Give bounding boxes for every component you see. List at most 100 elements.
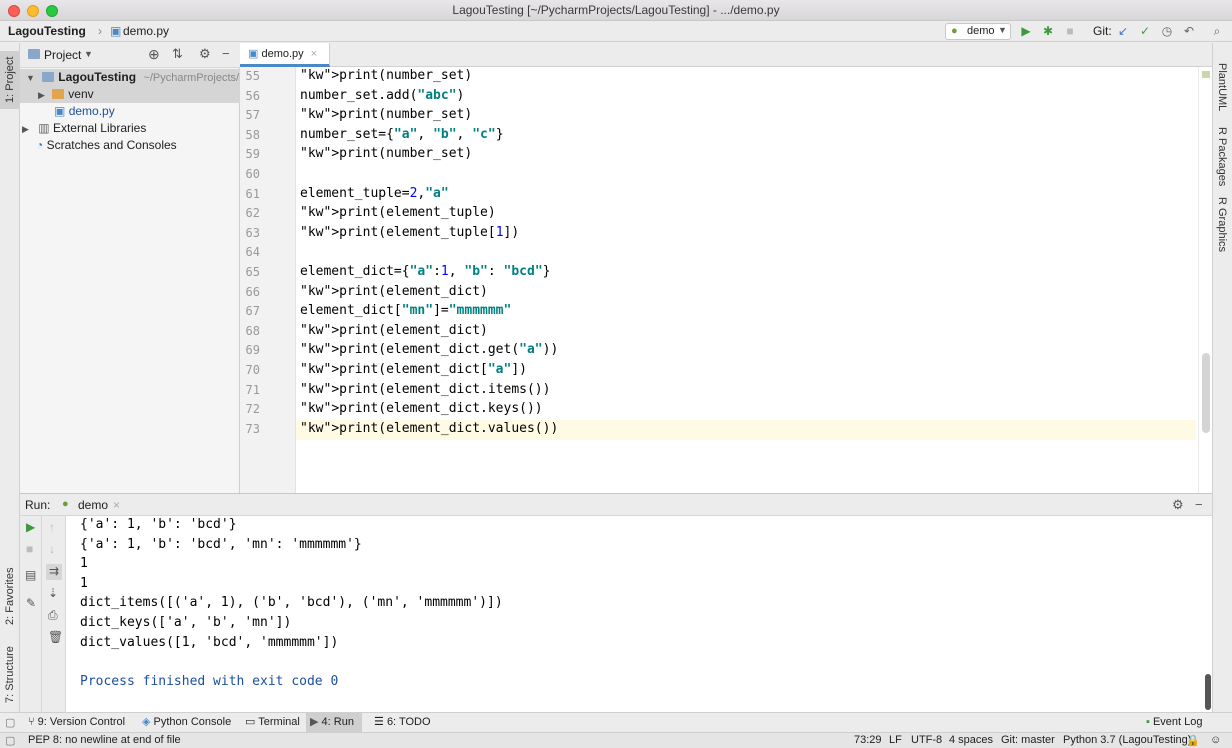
- trash-icon[interactable]: 🗑: [48, 630, 63, 644]
- chevron-down-icon[interactable]: ▼: [84, 49, 93, 59]
- tool-python-console[interactable]: ◈ Python Console: [142, 713, 231, 732]
- close-icon[interactable]: ×: [311, 48, 317, 60]
- line-number: 58: [245, 127, 260, 142]
- run-config-select[interactable]: ● demo ▼: [945, 23, 1011, 40]
- breadcrumb-file[interactable]: demo.py: [123, 24, 169, 38]
- chevron-down-icon: ▼: [998, 25, 1007, 35]
- console-actions: ↑ ↓ ⇉ ⇣ ⎙ 🗑: [42, 516, 66, 713]
- lock-icon[interactable]: 🔒: [1186, 734, 1200, 747]
- git-history-icon[interactable]: ◷: [1158, 23, 1176, 40]
- tree-item-venv[interactable]: ▶ venv: [20, 86, 240, 103]
- debug-icon[interactable]: ✱: [1039, 23, 1057, 40]
- tab-demo-py[interactable]: ▣ demo.py ×: [240, 43, 331, 67]
- collapse-all-icon[interactable]: ⇅: [172, 46, 183, 62]
- line-number: 66: [245, 284, 260, 299]
- tree-item-scratches[interactable]: ◔ Scratches and Consoles: [20, 137, 240, 154]
- arrow-up-icon[interactable]: ↑: [49, 520, 55, 534]
- stop-icon[interactable]: ■: [1061, 23, 1079, 40]
- status-icon[interactable]: ▢: [5, 734, 15, 747]
- pin-icon[interactable]: ✎: [26, 596, 36, 610]
- inspection-ok-icon[interactable]: [1202, 71, 1210, 78]
- line-number: 67: [245, 304, 260, 319]
- gear-icon[interactable]: ⚙: [1172, 497, 1184, 513]
- print-icon[interactable]: ⎙: [48, 608, 58, 623]
- chevron-right-icon: ▶: [38, 90, 45, 100]
- tree-item-root[interactable]: ▼ LagouTesting ~/PycharmProjects/L: [20, 69, 245, 86]
- tool-version-control[interactable]: ⑂ 9: Version Control: [28, 713, 125, 732]
- run-icon[interactable]: ▶: [1017, 23, 1035, 40]
- status-message[interactable]: PEP 8: no newline at end of file: [28, 734, 181, 746]
- title-bar: LagouTesting [~/PycharmProjects/LagouTes…: [0, 0, 1232, 21]
- python-icon: ●: [62, 498, 69, 510]
- favorites-tool-tab[interactable]: 2: Favorites: [0, 553, 20, 633]
- code-line: "kw">print(element_tuple): [300, 205, 496, 221]
- zoom-window-button[interactable]: [46, 5, 58, 17]
- gear-icon[interactable]: ⚙: [199, 46, 211, 62]
- git-revert-icon[interactable]: ↶: [1180, 23, 1198, 40]
- project-panel-title[interactable]: Project: [44, 48, 81, 62]
- minimize-window-button[interactable]: [27, 5, 39, 17]
- line-number: 65: [245, 265, 260, 279]
- chevron-down-icon: ▼: [26, 73, 35, 83]
- git-commit-icon[interactable]: ✓: [1136, 23, 1154, 40]
- close-window-button[interactable]: [8, 5, 20, 17]
- code-line: "kw">print(number_set): [300, 146, 473, 162]
- tool-terminal[interactable]: ▭ Terminal: [245, 713, 300, 732]
- indent-setting[interactable]: 4 spaces: [949, 734, 993, 746]
- stop-icon[interactable]: ■: [26, 542, 33, 556]
- close-icon[interactable]: ×: [113, 498, 120, 512]
- rgraphics-tool-tab[interactable]: R Graphics: [1213, 193, 1232, 252]
- line-number: 55: [245, 69, 260, 83]
- inspector-icon[interactable]: ☺: [1210, 734, 1221, 746]
- search-everywhere-icon[interactable]: ⌕: [1208, 23, 1226, 40]
- git-branch[interactable]: Git: master: [1001, 734, 1055, 746]
- plantuml-tool-tab[interactable]: PlantUML: [1213, 51, 1232, 115]
- python-file-icon: ▣: [54, 104, 66, 118]
- code-line: "kw">print(element_dict.get("a")): [300, 342, 559, 358]
- console-scrollbar-thumb[interactable]: [1205, 674, 1211, 710]
- arrow-down-icon[interactable]: ↓: [49, 542, 55, 556]
- cursor-position[interactable]: 73:29: [854, 734, 882, 746]
- tool-run[interactable]: ▶ 4: Run: [306, 713, 362, 732]
- scroll-to-end-icon[interactable]: ⇣: [48, 586, 58, 600]
- list-icon: ☰: [374, 716, 384, 728]
- line-number: 60: [245, 167, 260, 181]
- tree-item-external-libraries[interactable]: ▶ ▥ External Libraries: [20, 120, 240, 137]
- run-panel-label: Run:: [25, 498, 51, 512]
- tree-item-label: venv: [68, 87, 94, 101]
- file-encoding[interactable]: UTF-8: [911, 734, 942, 746]
- breadcrumb-project[interactable]: LagouTesting: [8, 24, 86, 38]
- code-editor: ▣ demo.py × 55 56 57 58 59 60 61 62 63 64 65 66 67 68…: [240, 43, 1212, 493]
- rerun-icon[interactable]: ▶: [26, 520, 35, 534]
- toggle-sidebars-icon[interactable]: ▢: [5, 716, 15, 729]
- tool-event-log[interactable]: ▪ Event Log: [1146, 713, 1203, 732]
- tool-todo[interactable]: ☰ 6: TODO: [374, 713, 431, 732]
- plantuml-tool-label: PlantUML: [1216, 63, 1228, 112]
- line-number: 73: [245, 421, 260, 436]
- tool-python-console-label: Python Console: [153, 716, 232, 728]
- tree-root-path: ~/PycharmProjects/L: [143, 72, 246, 84]
- line-number: 57: [245, 108, 260, 123]
- soft-wrap-icon[interactable]: ⇉: [46, 564, 62, 580]
- rpackages-tool-label: R Packages: [1216, 127, 1228, 187]
- console-line: {'a': 1, 'b': 'bcd'}: [80, 517, 237, 532]
- hide-icon[interactable]: −: [222, 46, 230, 61]
- tree-item-demo-py[interactable]: ▣ demo.py: [20, 103, 240, 120]
- rpackages-tool-tab[interactable]: R Packages: [1213, 123, 1232, 187]
- code-line: number_set.add("abc"): [300, 87, 465, 103]
- hide-icon[interactable]: −: [1195, 497, 1203, 512]
- terminal-icon: ▭: [245, 716, 256, 728]
- locate-icon[interactable]: ⊕: [148, 46, 160, 63]
- line-number: 68: [245, 323, 260, 338]
- structure-tool-tab[interactable]: 7: Structure: [0, 637, 20, 707]
- project-tool-tab[interactable]: 1: Project: [0, 51, 20, 109]
- code-line: "kw">print(element_dict["a"]): [300, 362, 527, 377]
- chevron-right-icon: ›: [98, 24, 102, 38]
- layout-icon[interactable]: ▤: [25, 568, 36, 582]
- editor-scrollbar-thumb[interactable]: [1202, 353, 1210, 433]
- git-update-icon[interactable]: ↙: [1114, 23, 1132, 40]
- code-line: element_dict["mn"]="mmmmmm": [300, 303, 512, 319]
- run-tab-label[interactable]: demo: [78, 498, 108, 512]
- line-separator[interactable]: LF: [889, 734, 902, 746]
- python-interpreter[interactable]: Python 3.7 (LagouTesting): [1063, 734, 1191, 746]
